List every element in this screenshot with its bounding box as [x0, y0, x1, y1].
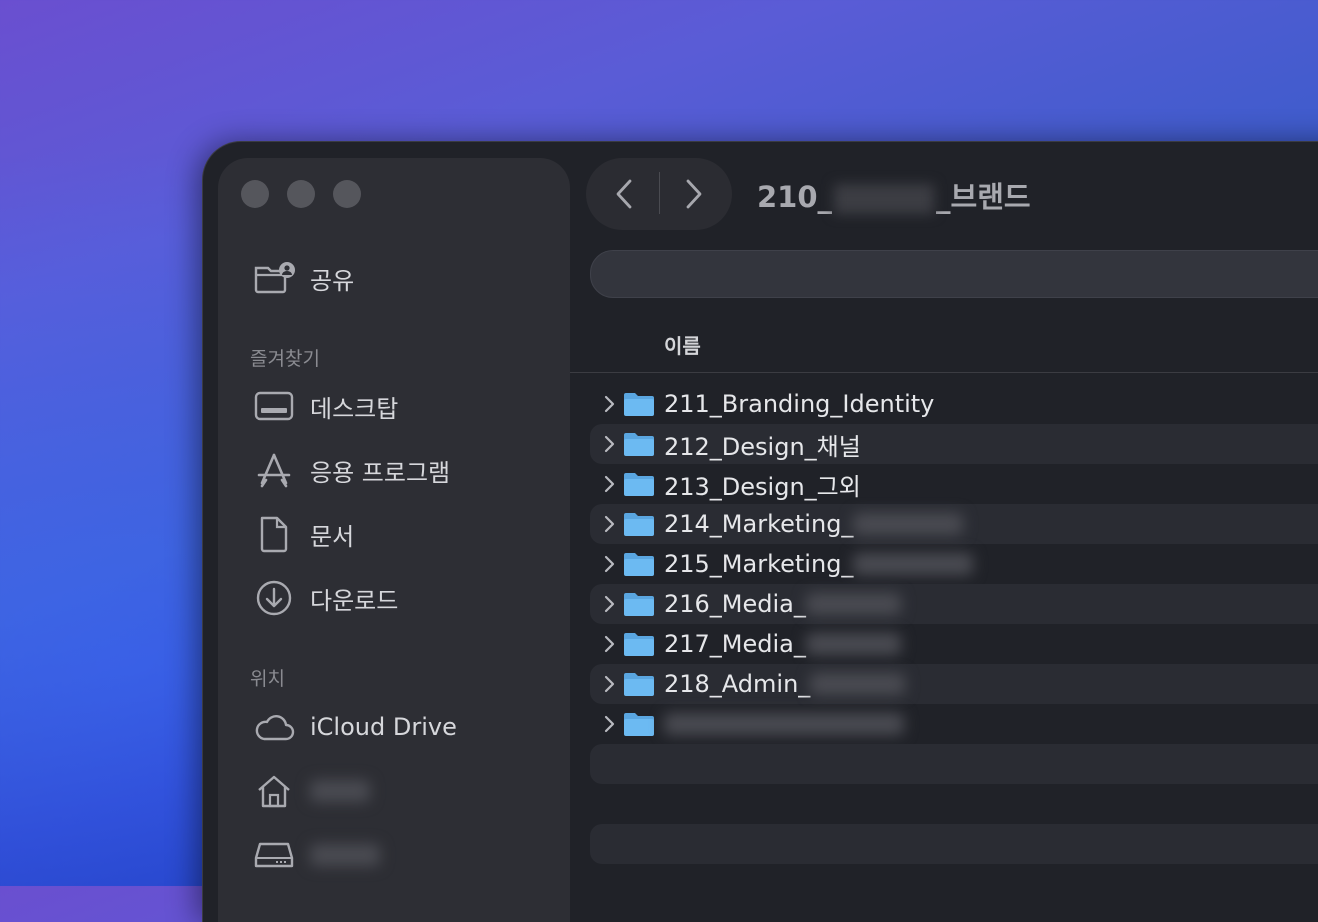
folder-name: 215_Marketing_ [664, 550, 974, 578]
sidebar-item-icloud[interactable]: iCloud Drive [252, 707, 457, 747]
shared-folder-icon [252, 258, 296, 298]
sidebar-item-shared[interactable]: 공유 [252, 258, 354, 298]
locations-section-header: 위치 [250, 668, 285, 690]
sidebar-item-downloads[interactable]: 다운로드 [252, 578, 398, 618]
chevron-right-icon [686, 179, 702, 209]
sidebar-item-desktop[interactable]: 데스크탑 [252, 386, 398, 426]
folder-name: 211_Branding_Identity [664, 390, 935, 418]
folder-row[interactable]: 215_Marketing_ [590, 544, 1318, 584]
folder-name: 216_Media_ [664, 590, 901, 618]
folder-name: 212_Design_채널 [664, 432, 861, 461]
folder-row[interactable]: 216_Media_ [590, 584, 1318, 624]
folder-row[interactable]: 211_Branding_Identity [590, 384, 1318, 424]
empty-row-stripe [590, 824, 1318, 864]
sidebar-item-label: 다운로드 [310, 586, 399, 615]
minimize-window-button[interactable] [287, 180, 315, 208]
redacted-text [853, 513, 964, 535]
window-title: 210_ _브랜드 [757, 174, 1031, 216]
folder-icon [624, 553, 654, 576]
redacted-text [805, 593, 901, 615]
folder-row[interactable]: 217_Media_ [590, 624, 1318, 664]
forward-button[interactable] [674, 178, 714, 210]
sidebar-item-applications[interactable]: 응용 프로그램 [252, 450, 450, 490]
folder-icon [624, 593, 654, 616]
redacted-text [810, 673, 906, 695]
window-title-prefix: 210_ [757, 180, 833, 214]
redacted-text [853, 553, 974, 575]
sidebar: 공유 즐겨찾기 데스크탑 응용 프로그램 문서 다운로드 위치 iCloud D… [218, 158, 570, 922]
sidebar-item-label: 공유 [310, 266, 355, 295]
home-icon [252, 771, 296, 811]
redacted-text [805, 633, 901, 655]
sidebar-item-drive[interactable] [252, 835, 380, 875]
sidebar-item-label: 문서 [310, 522, 355, 551]
redacted-text [664, 713, 904, 735]
sidebar-item-label: 응용 프로그램 [310, 458, 451, 487]
file-list: 211_Branding_Identity 212_Design_채널 213_… [590, 384, 1318, 744]
folder-icon [624, 513, 654, 536]
header-divider [570, 372, 1318, 373]
sidebar-item-home[interactable] [252, 771, 370, 811]
folder-icon [624, 473, 654, 496]
zoom-window-button[interactable] [333, 180, 361, 208]
nav-divider [659, 172, 660, 214]
applications-icon [252, 450, 296, 490]
folder-row[interactable] [590, 704, 1318, 744]
folder-name: 218_Admin_ [664, 670, 906, 698]
folder-row[interactable]: 218_Admin_ [590, 664, 1318, 704]
folder-name-text: 214_Marketing_ [664, 510, 854, 538]
folder-row[interactable]: 213_Design_그외 [590, 464, 1318, 504]
folder-name: 214_Marketing_ [664, 510, 964, 538]
document-icon [252, 514, 296, 554]
sidebar-item-label [310, 844, 380, 866]
navigation-controls [586, 158, 732, 230]
folder-icon [624, 393, 654, 416]
folder-name-text: 217_Media_ [664, 630, 806, 658]
chevron-left-icon [616, 179, 632, 209]
folder-name-text: 218_Admin_ [664, 670, 811, 698]
search-field[interactable] [590, 250, 1318, 298]
download-icon [252, 578, 296, 618]
sidebar-item-label: 데스크탑 [310, 394, 399, 423]
back-button[interactable] [604, 178, 644, 210]
folder-icon [624, 673, 654, 696]
folder-row[interactable]: 212_Design_채널 [590, 424, 1318, 464]
folder-name-text: 215_Marketing_ [664, 550, 854, 578]
folder-name: 213_Design_그외 [664, 472, 861, 501]
drive-icon [252, 835, 296, 875]
redacted-text [834, 184, 935, 214]
cloud-icon [252, 707, 296, 747]
close-window-button[interactable] [241, 180, 269, 208]
sidebar-item-documents[interactable]: 문서 [252, 514, 354, 554]
folder-icon [624, 633, 654, 656]
finder-window: 공유 즐겨찾기 데스크탑 응용 프로그램 문서 다운로드 위치 iCloud D… [203, 142, 1318, 922]
empty-row-stripe [590, 744, 1318, 784]
desktop-icon [252, 386, 296, 426]
sidebar-item-label: iCloud Drive [310, 713, 457, 741]
folder-row[interactable]: 214_Marketing_ [590, 504, 1318, 544]
folder-icon [624, 713, 654, 736]
folder-icon [624, 433, 654, 456]
folder-name: 217_Media_ [664, 630, 901, 658]
column-header-name[interactable]: 이름 [664, 330, 701, 359]
sidebar-item-label [310, 780, 370, 802]
window-title-suffix: _브랜드 [936, 180, 1031, 214]
favorites-section-header: 즐겨찾기 [250, 348, 320, 370]
folder-name-text: 216_Media_ [664, 590, 806, 618]
folder-name [664, 713, 904, 735]
